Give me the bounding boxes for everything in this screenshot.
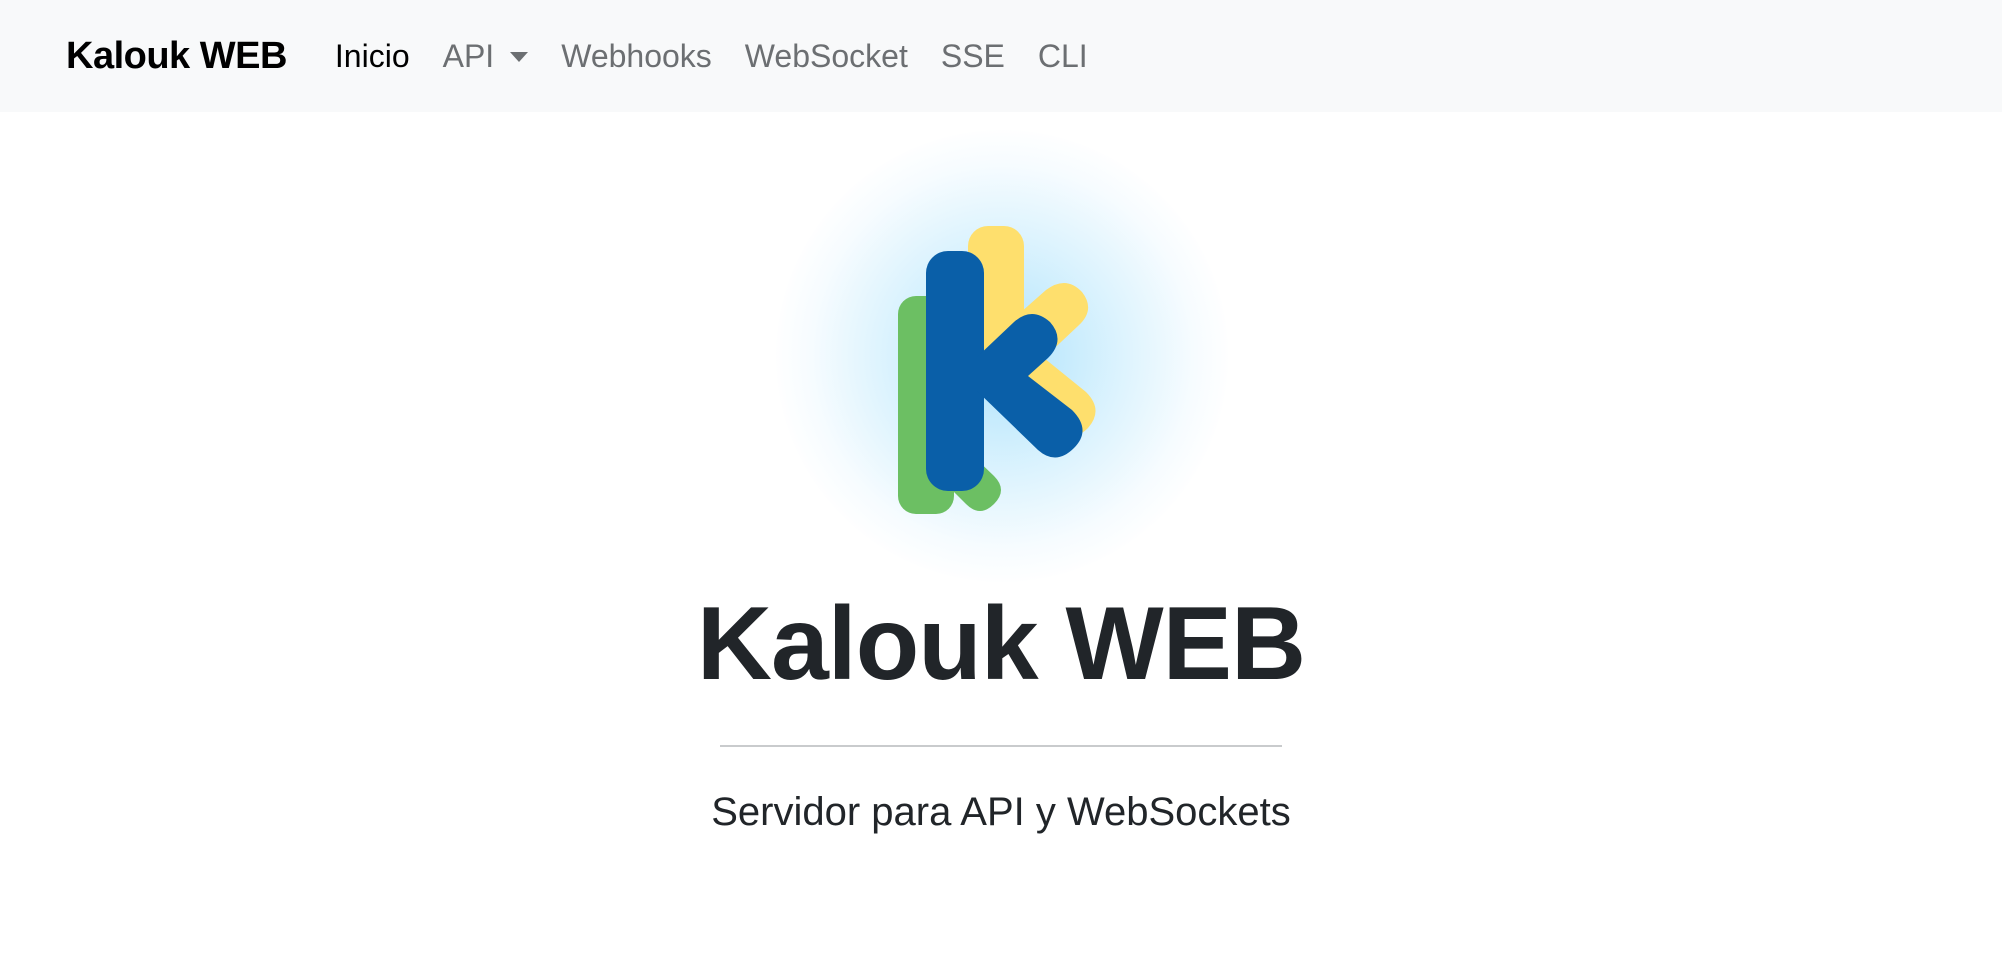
kalouk-k-logo-icon xyxy=(898,226,1096,514)
nav-item-inicio[interactable]: Inicio xyxy=(335,38,410,75)
nav-item-cli[interactable]: CLI xyxy=(1038,38,1088,75)
logo-glow xyxy=(776,130,1228,582)
nav-item-sse[interactable]: SSE xyxy=(941,38,1005,75)
page-title: Kalouk WEB xyxy=(696,586,1306,702)
page-subtitle: Servidor para API y WebSockets xyxy=(711,790,1291,834)
hero-section: Kalouk WEB Servidor para API y WebSocket… xyxy=(0,112,2002,954)
nav-item-api[interactable]: API xyxy=(443,38,529,75)
title-divider xyxy=(720,745,1282,747)
nav-item-api-label: API xyxy=(442,37,495,74)
navbar: Kalouk WEB Inicio API Webhooks WebSocket… xyxy=(0,0,2002,112)
nav-menu: Inicio API Webhooks WebSocket SSE CLI xyxy=(335,38,1121,75)
nav-item-webhooks[interactable]: Webhooks xyxy=(561,38,712,75)
navbar-brand[interactable]: Kalouk WEB xyxy=(66,35,287,78)
caret-down-icon xyxy=(510,52,529,62)
nav-item-websocket[interactable]: WebSocket xyxy=(745,38,908,75)
